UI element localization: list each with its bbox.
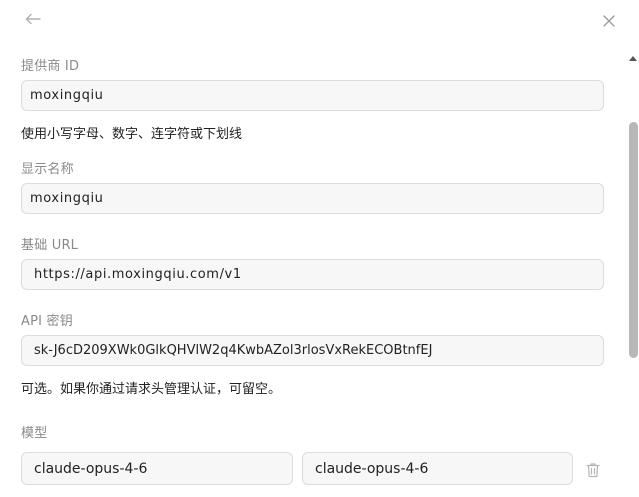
display-name-label: 显示名称 [21,162,74,177]
close-icon [603,15,615,27]
arrow-left-icon [25,13,41,25]
display-name-input[interactable]: moxingqiu [21,183,604,214]
provider-id-input[interactable]: moxingqiu [21,80,604,111]
scrollbar-thumb[interactable] [629,122,638,358]
model-id-input[interactable]: claude-opus-4-6 [21,452,293,485]
api-key-input[interactable]: sk-J6cD209XWk0GlkQHVlW2q4KwbAZol3rlosVxR… [21,335,604,366]
delete-model-button[interactable] [584,460,602,480]
api-key-label: API 密钥 [21,314,73,329]
base-url-label: 基础 URL [21,238,79,253]
provider-dialog: 提供商 ID moxingqiu 使用小写字母、数字、连字符或下划线 显示名称 … [0,0,639,497]
base-url-input[interactable]: https://api.moxingqiu.com/v1 [21,259,604,290]
models-label: 模型 [21,426,48,441]
trash-icon [586,463,600,478]
api-key-hint: 可选。如果你通过请求头管理认证，可留空。 [21,382,282,397]
provider-id-hint: 使用小写字母、数字、连字符或下划线 [21,127,243,142]
back-button[interactable] [22,8,44,30]
provider-id-label: 提供商 ID [21,59,80,74]
model-display-name-input[interactable]: claude-opus-4-6 [302,452,573,485]
close-button[interactable] [598,10,620,32]
scroll-up-arrow[interactable] [629,56,637,61]
